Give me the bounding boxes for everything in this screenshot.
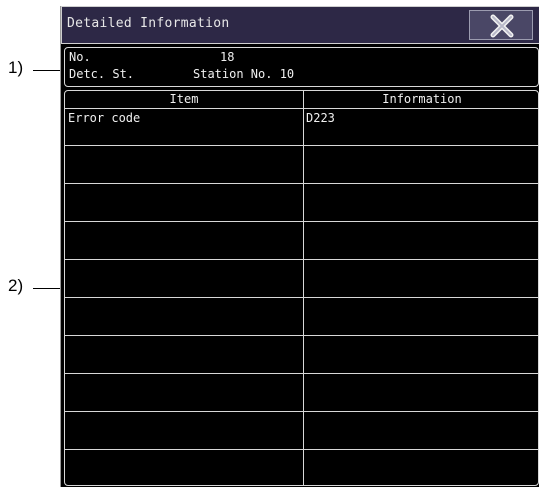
number-value: 18 [220,50,235,64]
close-button[interactable] [469,10,533,40]
table-row[interactable] [65,336,538,374]
table-row[interactable] [65,374,538,412]
window-title: Detailed Information [67,16,230,31]
table-row[interactable] [65,146,538,184]
table-row[interactable] [65,260,538,298]
table-row[interactable] [65,450,538,485]
callout-2-leader [33,288,63,289]
status-panel: No. 18 Detc. St. Station No. 10 [64,47,539,87]
table-row[interactable] [65,412,538,450]
callout-2: 2) [8,276,24,295]
callout-1-leader [33,70,63,71]
cell-information: D223 [306,111,335,125]
detailed-information-window: Detailed Information No. 18 Detc. St. St… [60,6,539,487]
number-label: No. [69,50,91,64]
detection-station-value: Station No. 10 [193,67,295,81]
column-header-information: Information [382,92,462,106]
column-header-item: Item [169,92,199,106]
title-bar: Detailed Information [61,6,539,44]
table-row[interactable] [65,222,538,260]
close-x-icon [490,14,514,38]
detection-station-label: Detc. St. [69,67,135,81]
table-row[interactable] [65,298,538,336]
table-row[interactable]: Error code D223 [65,108,538,146]
table-header: Item Information [65,91,538,109]
detail-table: Item Information Error code D223 [64,90,539,486]
callout-1: 1) [8,58,24,77]
table-row[interactable] [65,184,538,222]
cell-item: Error code [68,111,141,125]
